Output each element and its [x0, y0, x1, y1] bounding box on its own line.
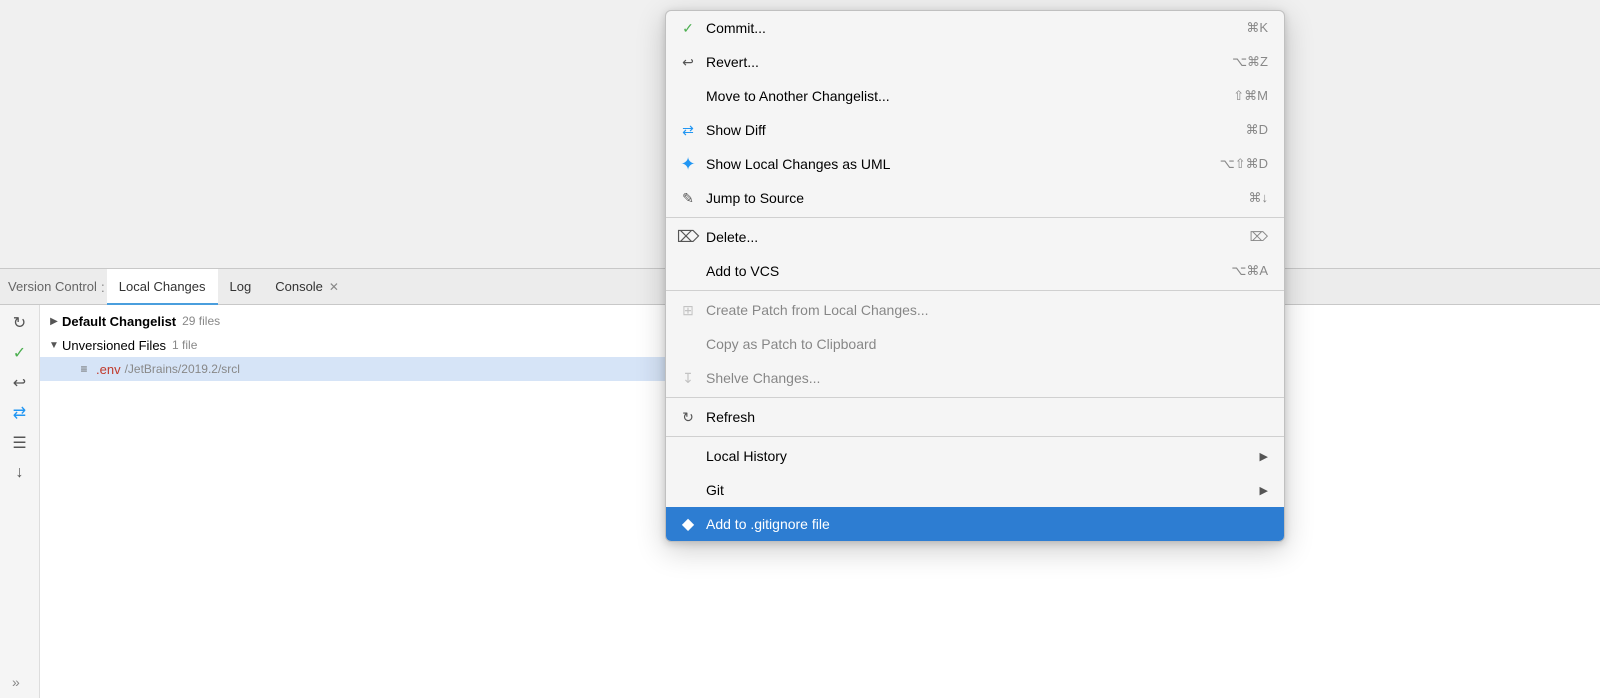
- more-icon[interactable]: »: [12, 674, 20, 690]
- show-diff-menu-shortcut: ⌘D: [1246, 122, 1268, 138]
- show-uml-menu-shortcut: ⌥⇧⌘D: [1220, 156, 1268, 172]
- menu-item-show-diff[interactable]: ⇄ Show Diff ⌘D: [666, 113, 1284, 147]
- local-history-submenu-arrow: ▶: [1260, 450, 1268, 463]
- gitignore-menu-label: Add to .gitignore file: [706, 516, 1268, 532]
- commit-icon[interactable]: ✓: [4, 339, 36, 367]
- menu-item-add-gitignore[interactable]: ◆ Add to .gitignore file: [666, 507, 1284, 541]
- git-menu-icon: [678, 480, 698, 500]
- menu-item-move-changelist[interactable]: Move to Another Changelist... ⇧⌘M: [666, 79, 1284, 113]
- unversioned-triangle: ▼: [48, 339, 60, 351]
- default-changelist-count: 29 files: [182, 314, 220, 328]
- revert-menu-label: Revert...: [706, 54, 1232, 70]
- vc-prefix-label: Version Control: [8, 279, 97, 294]
- env-file-name: .env: [96, 362, 121, 377]
- add-vcs-menu-label: Add to VCS: [706, 263, 1231, 279]
- default-changelist-triangle: ▶: [48, 315, 60, 327]
- tab-log[interactable]: Log: [218, 269, 264, 305]
- create-patch-menu-icon: ⊞: [678, 300, 698, 320]
- unversioned-files-row[interactable]: ▼ Unversioned Files 1 file: [40, 333, 670, 357]
- commit-menu-label: Commit...: [706, 20, 1246, 36]
- menu-item-local-history[interactable]: Local History ▶: [666, 439, 1284, 473]
- gitignore-menu-icon: ◆: [678, 514, 698, 534]
- menu-item-git[interactable]: Git ▶: [666, 473, 1284, 507]
- jump-source-menu-shortcut: ⌘↓: [1249, 190, 1269, 206]
- env-file-path: /JetBrains/2019.2/srcl: [125, 362, 240, 376]
- menu-item-delete[interactable]: ⌦ Delete... ⌦: [666, 220, 1284, 254]
- show-uml-menu-icon: ✦: [678, 154, 698, 174]
- menu-item-commit[interactable]: ✓ Commit... ⌘K: [666, 11, 1284, 45]
- show-diff-icon[interactable]: ⇄: [4, 399, 36, 427]
- jump-source-menu-icon: ✎: [678, 188, 698, 208]
- separator-2: [666, 290, 1284, 291]
- menu-item-create-patch: ⊞ Create Patch from Local Changes...: [666, 293, 1284, 327]
- env-file-row[interactable]: ≡ .env /JetBrains/2019.2/srcl: [40, 357, 670, 381]
- git-submenu-arrow: ▶: [1260, 484, 1268, 497]
- show-diff-menu-icon: ⇄: [678, 120, 698, 140]
- context-menu: ✓ Commit... ⌘K ↩ Revert... ⌥⌘Z Move to A…: [665, 10, 1285, 542]
- unversioned-files-label: Unversioned Files: [62, 338, 166, 353]
- copy-patch-menu-icon: [678, 334, 698, 354]
- file-list-area: ▶ Default Changelist 29 files ▼ Unversio…: [40, 305, 670, 698]
- separator-4: [666, 436, 1284, 437]
- refresh-menu-label: Refresh: [706, 409, 1268, 425]
- move-changelist-icon: [678, 86, 698, 106]
- menu-item-revert[interactable]: ↩ Revert... ⌥⌘Z: [666, 45, 1284, 79]
- commit-menu-icon: ✓: [678, 18, 698, 38]
- tab-console-close[interactable]: ✕: [329, 280, 339, 294]
- move-changelist-shortcut: ⇧⌘M: [1233, 88, 1268, 104]
- show-uml-menu-label: Show Local Changes as UML: [706, 156, 1220, 172]
- menu-item-show-uml[interactable]: ✦ Show Local Changes as UML ⌥⇧⌘D: [666, 147, 1284, 181]
- sidebar-icons: ↻ ✓ ↩ ⇄ ☰ ↓ »: [0, 305, 40, 698]
- refresh-menu-icon: ↻: [678, 407, 698, 427]
- revert-menu-shortcut: ⌥⌘Z: [1232, 54, 1268, 70]
- jump-source-menu-label: Jump to Source: [706, 190, 1249, 206]
- unversioned-files-count: 1 file: [172, 338, 197, 352]
- shelve-icon[interactable]: ☰: [4, 429, 36, 457]
- create-patch-menu-label: Create Patch from Local Changes...: [706, 302, 1268, 318]
- default-changelist-label: Default Changelist: [62, 314, 176, 329]
- revert-menu-icon: ↩: [678, 52, 698, 72]
- commit-menu-shortcut: ⌘K: [1246, 20, 1268, 36]
- revert-icon[interactable]: ↩: [4, 369, 36, 397]
- menu-item-add-vcs[interactable]: Add to VCS ⌥⌘A: [666, 254, 1284, 288]
- shelve-menu-label: Shelve Changes...: [706, 370, 1268, 386]
- add-vcs-menu-icon: [678, 261, 698, 281]
- menu-item-jump-source[interactable]: ✎ Jump to Source ⌘↓: [666, 181, 1284, 215]
- menu-item-shelve: ↧ Shelve Changes...: [666, 361, 1284, 395]
- file-icon: ≡: [76, 361, 92, 377]
- show-diff-menu-label: Show Diff: [706, 122, 1246, 138]
- separator-3: [666, 397, 1284, 398]
- separator-1: [666, 217, 1284, 218]
- local-history-menu-icon: [678, 446, 698, 466]
- default-changelist-row[interactable]: ▶ Default Changelist 29 files: [40, 309, 670, 333]
- tab-console[interactable]: Console ✕: [263, 269, 351, 305]
- menu-item-refresh[interactable]: ↻ Refresh: [666, 400, 1284, 434]
- delete-menu-label: Delete...: [706, 229, 1250, 245]
- git-menu-label: Git: [706, 482, 1252, 498]
- delete-menu-icon: ⌦: [678, 227, 698, 247]
- shelve-menu-icon: ↧: [678, 368, 698, 388]
- copy-patch-menu-label: Copy as Patch to Clipboard: [706, 336, 1268, 352]
- delete-menu-shortcut: ⌦: [1250, 229, 1268, 245]
- add-vcs-menu-shortcut: ⌥⌘A: [1231, 263, 1268, 279]
- move-changelist-label: Move to Another Changelist...: [706, 88, 1233, 104]
- refresh-icon[interactable]: ↻: [4, 309, 36, 337]
- update-icon[interactable]: ↓: [4, 459, 36, 487]
- menu-item-copy-patch: Copy as Patch to Clipboard: [666, 327, 1284, 361]
- local-history-menu-label: Local History: [706, 448, 1252, 464]
- tab-local-changes[interactable]: Local Changes: [107, 269, 218, 305]
